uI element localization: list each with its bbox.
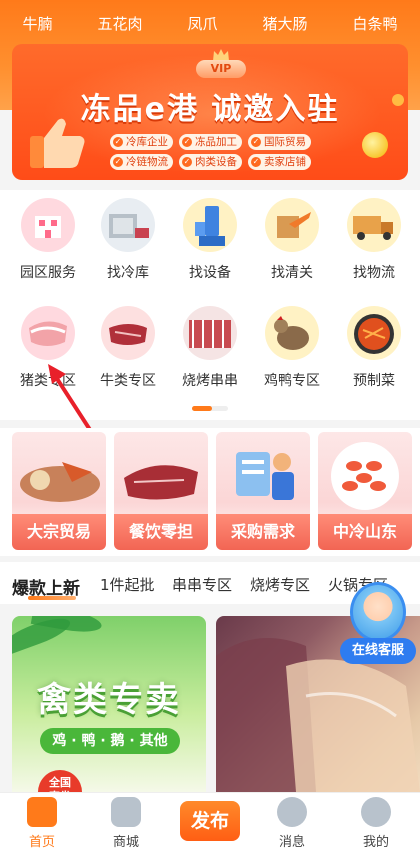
- thumbs-up-icon: [30, 118, 85, 168]
- chicken-icon: [265, 306, 319, 360]
- clipboard-illustration: [236, 452, 294, 500]
- nav-label: 首页: [28, 835, 55, 850]
- page-indicator: [192, 406, 228, 411]
- promo-label: 中冷山东: [318, 514, 412, 550]
- product-subtitle: 鸡 · 鸭 · 鹅 · 其他: [40, 728, 180, 754]
- tab-one-piece[interactable]: 1件起批: [100, 574, 155, 595]
- category-item[interactable]: 猪大肠: [262, 12, 307, 36]
- seafood-image: [20, 462, 100, 502]
- page-indicator-active: [192, 406, 212, 411]
- tab-bbq[interactable]: 烧烤专区: [250, 574, 310, 595]
- check-icon: ✓: [182, 157, 192, 167]
- grid-item-label: 找物流: [353, 265, 395, 281]
- nav-mall[interactable]: 商城: [96, 797, 156, 850]
- publish-button[interactable]: 发布: [180, 801, 240, 841]
- nav-home[interactable]: 首页: [12, 797, 72, 850]
- banner-tag: ✓ 冷链物流: [110, 154, 173, 170]
- promo-label: 大宗贸易: [12, 514, 106, 550]
- banner-tag: ✓ 卖家店铺: [248, 154, 311, 170]
- tab-skewer[interactable]: 串串专区: [172, 574, 232, 595]
- nav-label: 商城: [112, 835, 139, 850]
- vip-badge: VIP: [190, 49, 252, 80]
- grid-item-label: 预制菜: [353, 373, 395, 389]
- grid-item-park-service[interactable]: 园区服务: [6, 190, 90, 290]
- promo-label: 采购需求: [216, 514, 310, 550]
- banner-tag: ✓ 国际贸易: [248, 134, 311, 150]
- nav-mine[interactable]: 我的: [346, 797, 406, 850]
- grid-item-label: 鸡鸭专区: [264, 373, 320, 389]
- grid-item-customs[interactable]: 找清关: [250, 190, 334, 290]
- bottom-nav: 首页 商城 发布 消息 我的: [0, 792, 420, 851]
- product-title: 禽类专卖: [37, 680, 181, 720]
- product-card[interactable]: 禽类专卖 鸡 · 鸭 · 鹅 · 其他 全国 直发: [12, 616, 206, 792]
- coin-icon: [362, 132, 388, 158]
- banner-tags: ✓ 冷库企业 ✓ 冻品加工 ✓ 国际贸易 ✓ 冷链物流 ✓ 肉类设备 ✓ 卖家店铺: [110, 134, 340, 170]
- logistics-truck-icon: [347, 198, 401, 252]
- grid-item-label: 烧烤串串: [182, 373, 238, 389]
- grid-item-label: 园区服务: [20, 265, 76, 281]
- active-tab-indicator: [28, 596, 76, 600]
- shopping-bag-icon: [111, 797, 141, 827]
- grid-item-label: 找清关: [271, 265, 313, 281]
- promo-cards: 大宗贸易 餐饮零担 采购需求 中冷山东: [0, 428, 420, 556]
- beef-icon: [101, 306, 155, 360]
- equipment-icon: [183, 198, 237, 252]
- category-item[interactable]: 凤爪: [187, 12, 217, 36]
- check-icon: ✓: [251, 157, 261, 167]
- pork-icon: [21, 306, 75, 360]
- vip-label: VIP: [196, 60, 246, 78]
- grid-item-cold-storage[interactable]: 找冷库: [86, 190, 170, 290]
- nav-label: 我的: [362, 835, 389, 850]
- home-icon: [27, 797, 57, 827]
- prepared-dish-icon: [347, 306, 401, 360]
- customs-clearance-icon: [265, 198, 319, 252]
- top-category-bar: 牛腩 五花肉 凤爪 猪大肠 白条鸭: [0, 12, 420, 36]
- grid-item-prepared[interactable]: 预制菜: [332, 298, 416, 398]
- profile-icon: [361, 797, 391, 827]
- grid-item-label: 找设备: [189, 265, 231, 281]
- promo-card-purchase[interactable]: 采购需求: [216, 432, 310, 550]
- customer-service-avatar: [350, 582, 406, 642]
- beef-image: [124, 465, 198, 500]
- online-service-label: 在线客服: [340, 638, 416, 664]
- product-badge: 全国 直发: [38, 770, 82, 792]
- banner-tag: ✓ 冻品加工: [179, 134, 242, 150]
- nav-messages[interactable]: 消息: [262, 797, 322, 850]
- message-icon: [277, 797, 307, 827]
- promo-card-catering[interactable]: 餐饮零担: [114, 432, 208, 550]
- check-icon: ✓: [113, 137, 123, 147]
- category-item[interactable]: 牛腩: [22, 12, 52, 36]
- banner-tag: ✓ 肉类设备: [179, 154, 242, 170]
- category-item[interactable]: 五花肉: [97, 12, 142, 36]
- grid-item-equipment[interactable]: 找设备: [168, 190, 252, 290]
- park-service-icon: [21, 198, 75, 252]
- grid-item-label: 找冷库: [107, 265, 149, 281]
- grid-item-logistics[interactable]: 找物流: [332, 190, 416, 290]
- grid-item-chicken[interactable]: 鸡鸭专区: [250, 298, 334, 398]
- promo-label: 餐饮零担: [114, 514, 208, 550]
- nav-label: 消息: [278, 835, 305, 850]
- bbq-skewer-icon: [183, 306, 237, 360]
- cold-storage-icon: [101, 198, 155, 252]
- shrimp-image: [331, 442, 399, 510]
- check-icon: ✓: [113, 157, 123, 167]
- promo-banner[interactable]: VIP 冻品e港 诚邀入驻 ✓ 冷库企业 ✓ 冻品加工 ✓ 国际贸易 ✓ 冷链物流 ✓ 肉…: [12, 44, 408, 180]
- promo-card-zhongleng[interactable]: 中冷山东: [318, 432, 412, 550]
- check-icon: ✓: [251, 137, 261, 147]
- promo-card-bulk-trade[interactable]: 大宗贸易: [12, 432, 106, 550]
- banner-tag: ✓ 冷库企业: [110, 134, 173, 150]
- check-icon: ✓: [182, 137, 192, 147]
- online-service-button[interactable]: 在线客服: [340, 582, 416, 672]
- category-item[interactable]: 白条鸭: [352, 12, 397, 36]
- coin-icon: [392, 94, 404, 106]
- grid-item-bbq[interactable]: 烧烤串串: [168, 298, 252, 398]
